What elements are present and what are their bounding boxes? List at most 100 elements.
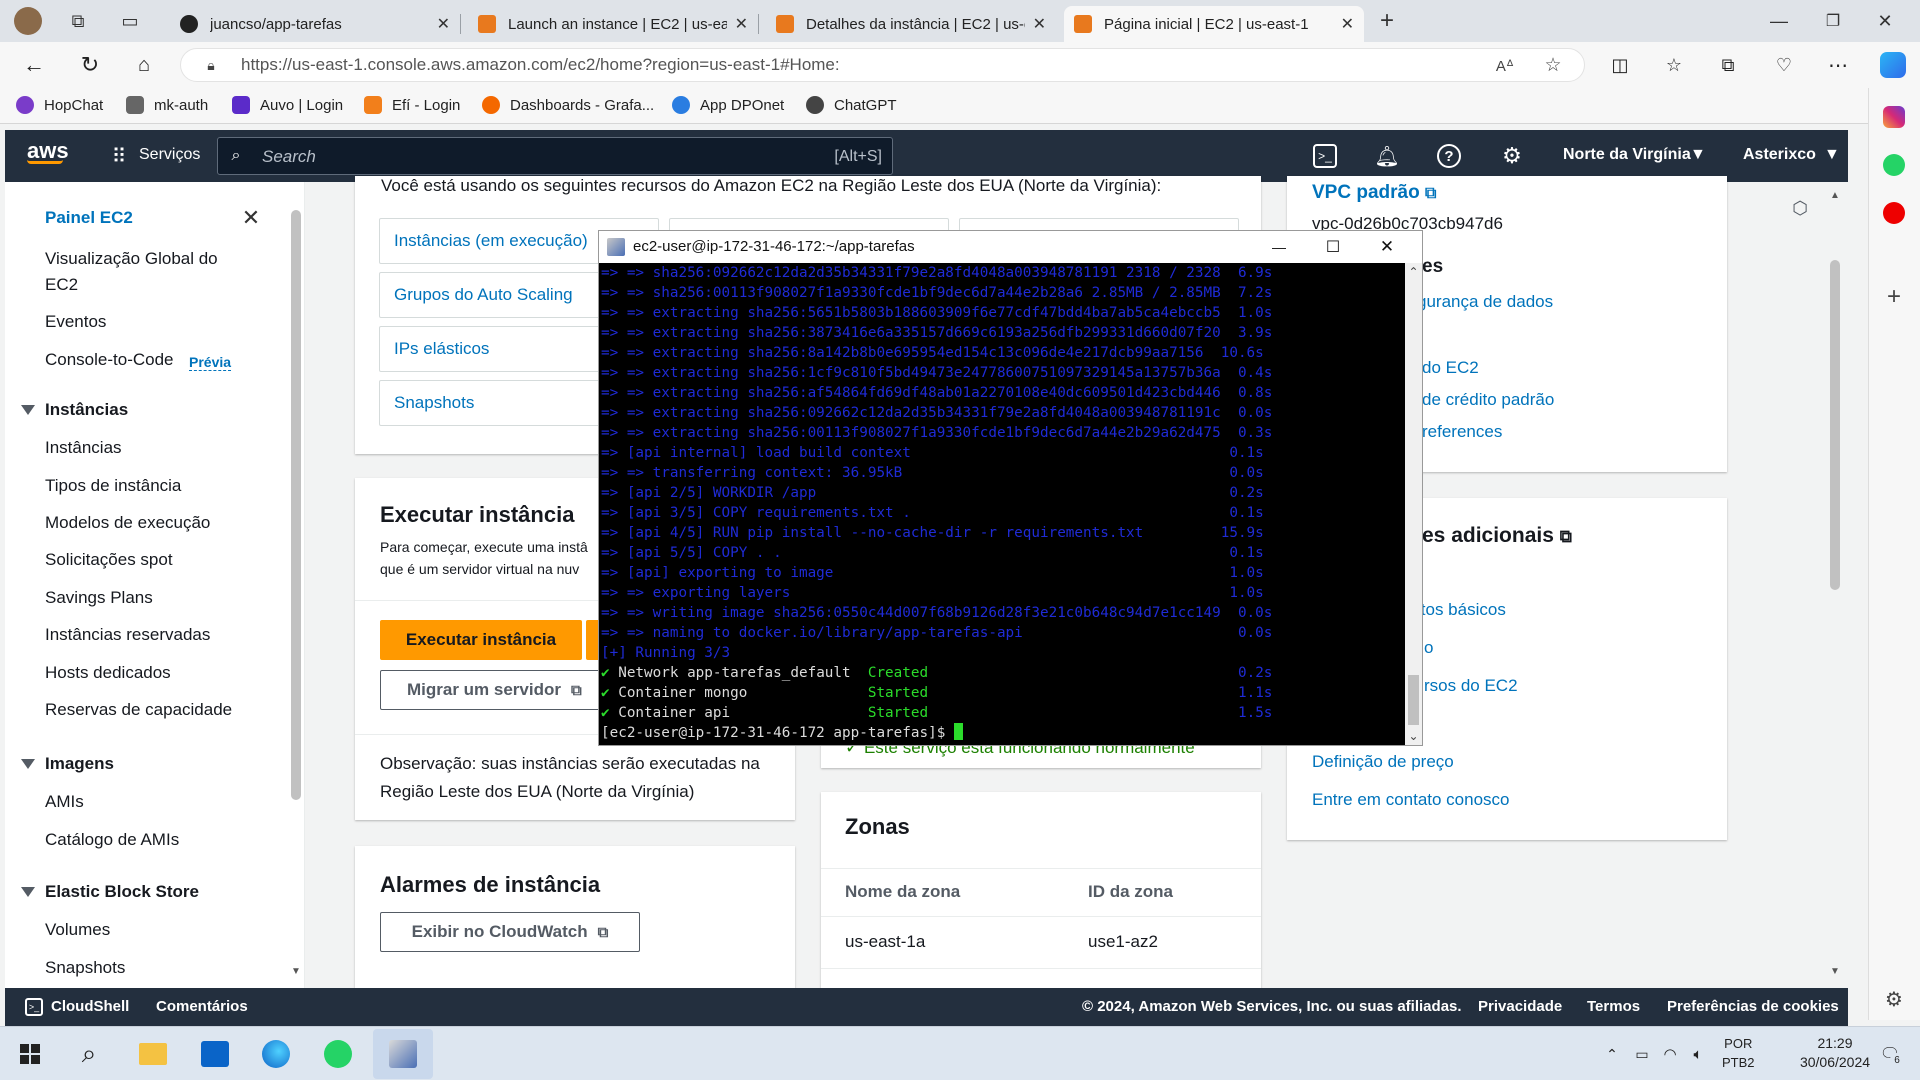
nav-events[interactable]: Eventos	[45, 312, 106, 332]
nav-launch-templates[interactable]: Modelos de execução	[45, 513, 210, 533]
keyboard-language[interactable]: POR PTB2	[1722, 1034, 1755, 1072]
default-credit-link[interactable]: de crédito padrão	[1422, 390, 1554, 410]
close-tab-icon[interactable]: ✕	[1341, 14, 1354, 34]
cloudshell-icon[interactable]: >_	[1313, 144, 1337, 168]
view-in-cloudwatch-button[interactable]: Exibir no CloudWatch ⧉	[380, 912, 640, 952]
nav-instances[interactable]: Instâncias	[45, 438, 122, 458]
home-icon[interactable]: ⌂	[130, 52, 158, 78]
nav-reserved-instances[interactable]: Instâncias reservadas	[45, 625, 210, 645]
whatsapp-taskbar-icon[interactable]	[324, 1040, 352, 1068]
restore-icon[interactable]: ❐	[1818, 8, 1848, 34]
close-tab-icon[interactable]: ✕	[1033, 14, 1046, 34]
edge-icon[interactable]	[262, 1040, 290, 1068]
read-aloud-icon[interactable]: Aᐞ	[1494, 55, 1516, 77]
services-menu[interactable]: Serviços	[139, 146, 200, 164]
data-protection-link[interactable]: gurança de dados	[1417, 292, 1553, 312]
nav-volumes[interactable]: Volumes	[45, 920, 110, 940]
close-tab-icon[interactable]: ✕	[735, 14, 748, 34]
file-explorer-icon[interactable]	[139, 1043, 167, 1065]
console-preferences-link[interactable]: references	[1422, 422, 1502, 442]
aws-logo[interactable]: aws	[27, 138, 71, 172]
taskbar-search-icon[interactable]: ⌕	[74, 1038, 104, 1069]
bookmark-chatgpt[interactable]: ChatGPT	[806, 96, 897, 114]
favorites-icon[interactable]: ☆	[1660, 52, 1688, 78]
help-panel-icon[interactable]: ⬡	[1788, 196, 1812, 220]
cloudshell-footer-icon[interactable]: >_	[25, 998, 43, 1016]
contact-us-link[interactable]: Entre em contato conosco	[1312, 790, 1510, 810]
youtube-icon[interactable]	[1883, 202, 1905, 224]
getting-started-link[interactable]: itos básicos	[1417, 600, 1506, 620]
nav-spot-requests[interactable]: Solicitações spot	[45, 550, 173, 570]
migrate-server-button[interactable]: Migrar um servidor ⧉	[380, 670, 610, 710]
tab-instance-details[interactable]: Detalhes da instância | EC2 | us-e ✕	[766, 6, 1056, 42]
nav-global-view[interactable]: Visualização Global do EC2	[45, 246, 235, 298]
minimize-icon[interactable]: —	[1764, 8, 1794, 34]
settings-gear-icon[interactable]: ⚙	[1499, 143, 1525, 169]
new-tab-icon[interactable]: +	[1374, 7, 1400, 34]
back-icon[interactable]: ←	[20, 52, 48, 78]
sidebar-settings-icon[interactable]: ⚙	[1881, 986, 1907, 1012]
start-icon[interactable]	[20, 1044, 40, 1064]
lock-icon[interactable]: 🔒︎	[201, 55, 221, 75]
account-menu[interactable]: Asterixco	[1743, 146, 1816, 164]
clock[interactable]: 21:29 30/06/2024	[1795, 1034, 1875, 1072]
tab-launch-instance[interactable]: Launch an instance | EC2 | us-eas ✕	[468, 6, 759, 42]
close-window-icon[interactable]: ✕	[1870, 8, 1900, 34]
ec2-resources-link[interactable]: rsos do EC2	[1424, 676, 1518, 696]
notifications-icon[interactable]: 🔔︎	[1374, 144, 1399, 168]
region-selector[interactable]: Norte da Virgínia	[1563, 146, 1691, 164]
terminal-prompt-line[interactable]: [ec2-user@ip-172-31-46-172 app-tarefas]$	[601, 723, 1405, 743]
nav-ami-catalog[interactable]: Catálogo de AMIs	[45, 830, 179, 850]
close-nav-icon[interactable]: ✕	[239, 205, 263, 230]
terminal-scroll-down-icon[interactable]: ⌄	[1407, 729, 1420, 743]
nav-capacity-reservations[interactable]: Reservas de capacidade	[45, 700, 232, 720]
vpc-title[interactable]: VPC padrão ⧉	[1312, 182, 1436, 204]
network-icon[interactable]: ▭	[1632, 1044, 1652, 1064]
terminal-minimize-icon[interactable]: —	[1265, 235, 1293, 259]
nav-amis[interactable]: AMIs	[45, 792, 84, 812]
nav-section-instances[interactable]: Instâncias	[20, 400, 128, 420]
workspaces-icon[interactable]: ⧉	[66, 9, 90, 33]
browser-essentials-icon[interactable]: ♡	[1770, 52, 1798, 78]
nav-snapshots[interactable]: Snapshots	[45, 958, 125, 978]
nav-savings-plans[interactable]: Savings Plans	[45, 588, 153, 608]
nav-scrollbar[interactable]	[291, 210, 301, 800]
account-caret-icon[interactable]: ▼	[1824, 146, 1840, 164]
tab-actions-icon[interactable]: ▭	[118, 9, 142, 33]
split-screen-icon[interactable]: ◫	[1606, 52, 1634, 78]
page-scroll-up-icon[interactable]: ▲	[1828, 188, 1842, 202]
terminal-scroll-up-icon[interactable]: ⌃	[1407, 265, 1420, 279]
documentation-link[interactable]: o	[1424, 638, 1433, 658]
nav-dedicated-hosts[interactable]: Hosts dedicados	[45, 663, 171, 683]
close-tab-icon[interactable]: ✕	[437, 14, 450, 34]
search-input[interactable]: ⌕ Search [Alt+S]	[217, 137, 893, 175]
launch-instance-button[interactable]: Executar instância	[380, 620, 582, 660]
page-scrollbar[interactable]	[1830, 260, 1840, 590]
terminal-window[interactable]: ec2-user@ip-172-31-46-172:~/app-tarefas …	[598, 230, 1423, 746]
bookmark-grafana[interactable]: Dashboards - Grafa...	[482, 96, 654, 114]
privacy-link[interactable]: Privacidade	[1478, 998, 1562, 1015]
terminal-title-bar[interactable]: ec2-user@ip-172-31-46-172:~/app-tarefas …	[599, 231, 1422, 263]
tab-github[interactable]: juancso/app-tarefas ✕	[170, 6, 461, 42]
nav-section-images[interactable]: Imagens	[21, 754, 114, 774]
instagram-icon[interactable]	[1883, 106, 1905, 128]
outlook-icon[interactable]	[201, 1041, 229, 1067]
services-grid-icon[interactable]: ⠿	[109, 146, 129, 168]
cloudshell-link[interactable]: CloudShell	[51, 998, 129, 1015]
region-caret-icon[interactable]: ▼	[1690, 146, 1706, 164]
reload-icon[interactable]: ↻	[76, 52, 104, 78]
terminal-output[interactable]: => => sha256:092662c12da2d35b34331f79e2a…	[599, 263, 1405, 745]
bookmark-hopchat[interactable]: HopChat	[16, 96, 103, 114]
nav-scroll-down-icon[interactable]: ▼	[289, 964, 303, 978]
nav-ec2-dashboard[interactable]: Painel EC2	[45, 208, 133, 228]
tab-ec2-home[interactable]: Página inicial | EC2 | us-east-1 ✕	[1064, 6, 1364, 42]
tray-overflow-icon[interactable]: ⌃	[1603, 1045, 1621, 1063]
pricing-link[interactable]: Definição de preço	[1312, 752, 1454, 772]
cookie-preferences-link[interactable]: Preferências de cookies	[1667, 998, 1839, 1015]
bookmark-mk-auth[interactable]: mk-auth	[126, 96, 208, 114]
terminal-maximize-icon[interactable]: ☐	[1319, 235, 1347, 259]
bookmark-auvo[interactable]: Auvo | Login	[232, 96, 343, 114]
feedback-link[interactable]: Comentários	[156, 998, 248, 1015]
volume-icon[interactable]: 🔈︎	[1688, 1044, 1708, 1064]
page-scroll-down-icon[interactable]: ▼	[1828, 964, 1842, 978]
